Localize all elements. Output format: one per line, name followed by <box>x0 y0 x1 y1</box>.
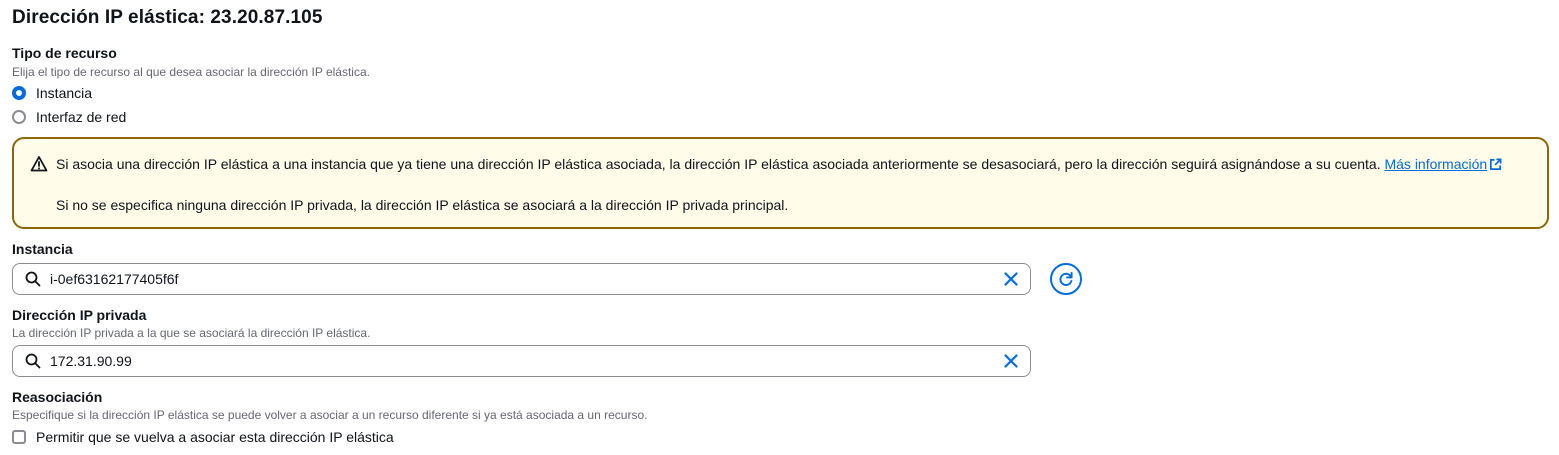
radio-instance-indicator[interactable] <box>12 86 26 100</box>
allow-reassociation-checkbox[interactable] <box>12 430 26 444</box>
private-ip-description: La dirección IP privada a la que se asoc… <box>12 326 371 340</box>
radio-instance[interactable]: Instancia <box>12 84 92 102</box>
page-title: Dirección IP elástica: 23.20.87.105 <box>12 7 323 28</box>
learn-more-link-label[interactable]: Más información <box>1384 156 1487 172</box>
radio-network-interface[interactable]: Interfaz de red <box>12 108 126 126</box>
private-ip-search-input[interactable] <box>50 346 950 376</box>
instance-search-field[interactable] <box>12 263 1031 295</box>
resource-type-description: Elija el tipo de recurso al que desea as… <box>12 65 370 79</box>
warning-alert: Si asocia una dirección IP elástica a un… <box>12 137 1549 229</box>
reassociation-label: Reasociación <box>12 389 103 405</box>
refresh-button[interactable] <box>1050 263 1082 295</box>
external-link-icon[interactable] <box>1489 158 1502 171</box>
alert-text-1: Si asocia una dirección IP elástica a un… <box>56 156 1381 172</box>
clear-private-ip-icon[interactable] <box>1002 352 1020 370</box>
allow-reassociation-label[interactable]: Permitir que se vuelva a asociar esta di… <box>36 429 394 445</box>
reassociation-description: Especifique si la dirección IP elástica … <box>12 408 648 422</box>
search-icon <box>25 353 41 369</box>
private-ip-label: Dirección IP privada <box>12 307 147 323</box>
clear-instance-icon[interactable] <box>1002 270 1020 288</box>
alert-message-1: Si asocia una dirección IP elástica a un… <box>56 156 1502 172</box>
resource-type-label: Tipo de recurso <box>12 45 117 61</box>
instance-search-input[interactable] <box>50 264 950 294</box>
refresh-icon[interactable] <box>1058 271 1074 287</box>
radio-network-interface-indicator[interactable] <box>12 110 26 124</box>
search-icon <box>25 271 41 287</box>
private-ip-search-field[interactable] <box>12 345 1031 377</box>
radio-network-interface-label[interactable]: Interfaz de red <box>36 109 126 125</box>
warning-icon <box>30 156 48 172</box>
radio-instance-label[interactable]: Instancia <box>36 85 92 101</box>
instance-label: Instancia <box>12 241 73 257</box>
alert-message-2: Si no se especifica ninguna dirección IP… <box>56 197 789 213</box>
learn-more-link[interactable]: Más información <box>1384 156 1502 172</box>
allow-reassociation-checkbox-row[interactable]: Permitir que se vuelva a asociar esta di… <box>12 428 394 446</box>
